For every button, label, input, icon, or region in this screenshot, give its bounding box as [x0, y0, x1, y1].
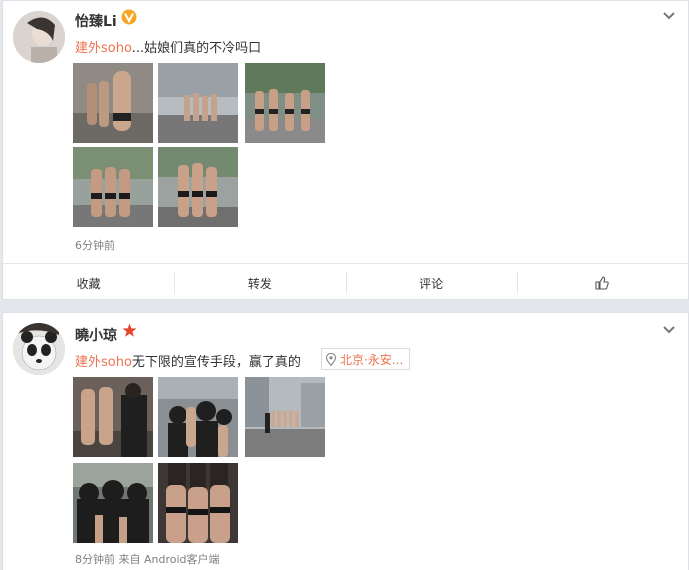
post-text: 建外soho...姑娘们真的不冷吗口 [75, 37, 261, 56]
photo-thumbnail[interactable] [73, 147, 153, 227]
photo-thumbnail[interactable] [73, 63, 153, 143]
author-name[interactable]: 怡臻Li [75, 11, 117, 31]
photo-thumbnail[interactable] [73, 463, 153, 543]
post-meta[interactable]: 8分钟前 来自 Android客户端 [75, 551, 220, 567]
photo-thumbnail[interactable] [245, 377, 325, 457]
action-bar: 收藏 转发 评论 [3, 263, 688, 302]
favorite-button[interactable]: 收藏 [3, 264, 174, 302]
keyword-link[interactable]: 建外soho [75, 41, 132, 56]
photo-thumbnail[interactable] [73, 377, 153, 457]
favorite-label: 收藏 [76, 276, 101, 291]
comment-label: 评论 [419, 276, 444, 291]
verified-badge-icon [121, 9, 137, 29]
post-text-body: 无下限的宣传手段，赢了真的 [131, 355, 301, 370]
star-badge-icon [122, 323, 137, 342]
chevron-down-icon[interactable] [662, 323, 676, 337]
like-button[interactable] [516, 264, 688, 302]
post-card-1: 怡臻Li 建外soho...姑娘们真的不冷吗口 6分钟前 收藏 转发 评论 [2, 0, 689, 300]
post-text-body: ...姑娘们真的不冷吗口 [131, 41, 262, 56]
location-pin-icon [326, 352, 336, 366]
location-label: 北京·永安... [340, 352, 404, 367]
avatar[interactable] [13, 323, 65, 375]
author-name[interactable]: 曉小琼 [75, 325, 117, 345]
post-time[interactable]: 6分钟前 [75, 237, 115, 253]
photo-thumbnail[interactable] [158, 147, 238, 227]
chevron-down-icon[interactable] [662, 9, 676, 23]
thumbs-up-icon [595, 276, 610, 290]
avatar[interactable] [13, 11, 65, 63]
photo-thumbnail[interactable] [245, 63, 325, 143]
repost-label: 转发 [247, 276, 272, 291]
location-tag[interactable]: 北京·永安... [321, 348, 411, 370]
photo-thumbnail[interactable] [158, 63, 238, 143]
photo-thumbnail[interactable] [158, 463, 238, 543]
comment-button[interactable]: 评论 [345, 264, 517, 302]
keyword-link[interactable]: 建外soho [75, 355, 132, 370]
photo-thumbnail[interactable] [158, 377, 238, 457]
post-text: 建外soho无下限的宣传手段，赢了真的 [75, 351, 301, 370]
repost-button[interactable]: 转发 [174, 264, 345, 302]
post-card-2: 曉小琼 建外soho无下限的宣传手段，赢了真的 北京·永安... 8分钟前 来自… [2, 312, 689, 570]
